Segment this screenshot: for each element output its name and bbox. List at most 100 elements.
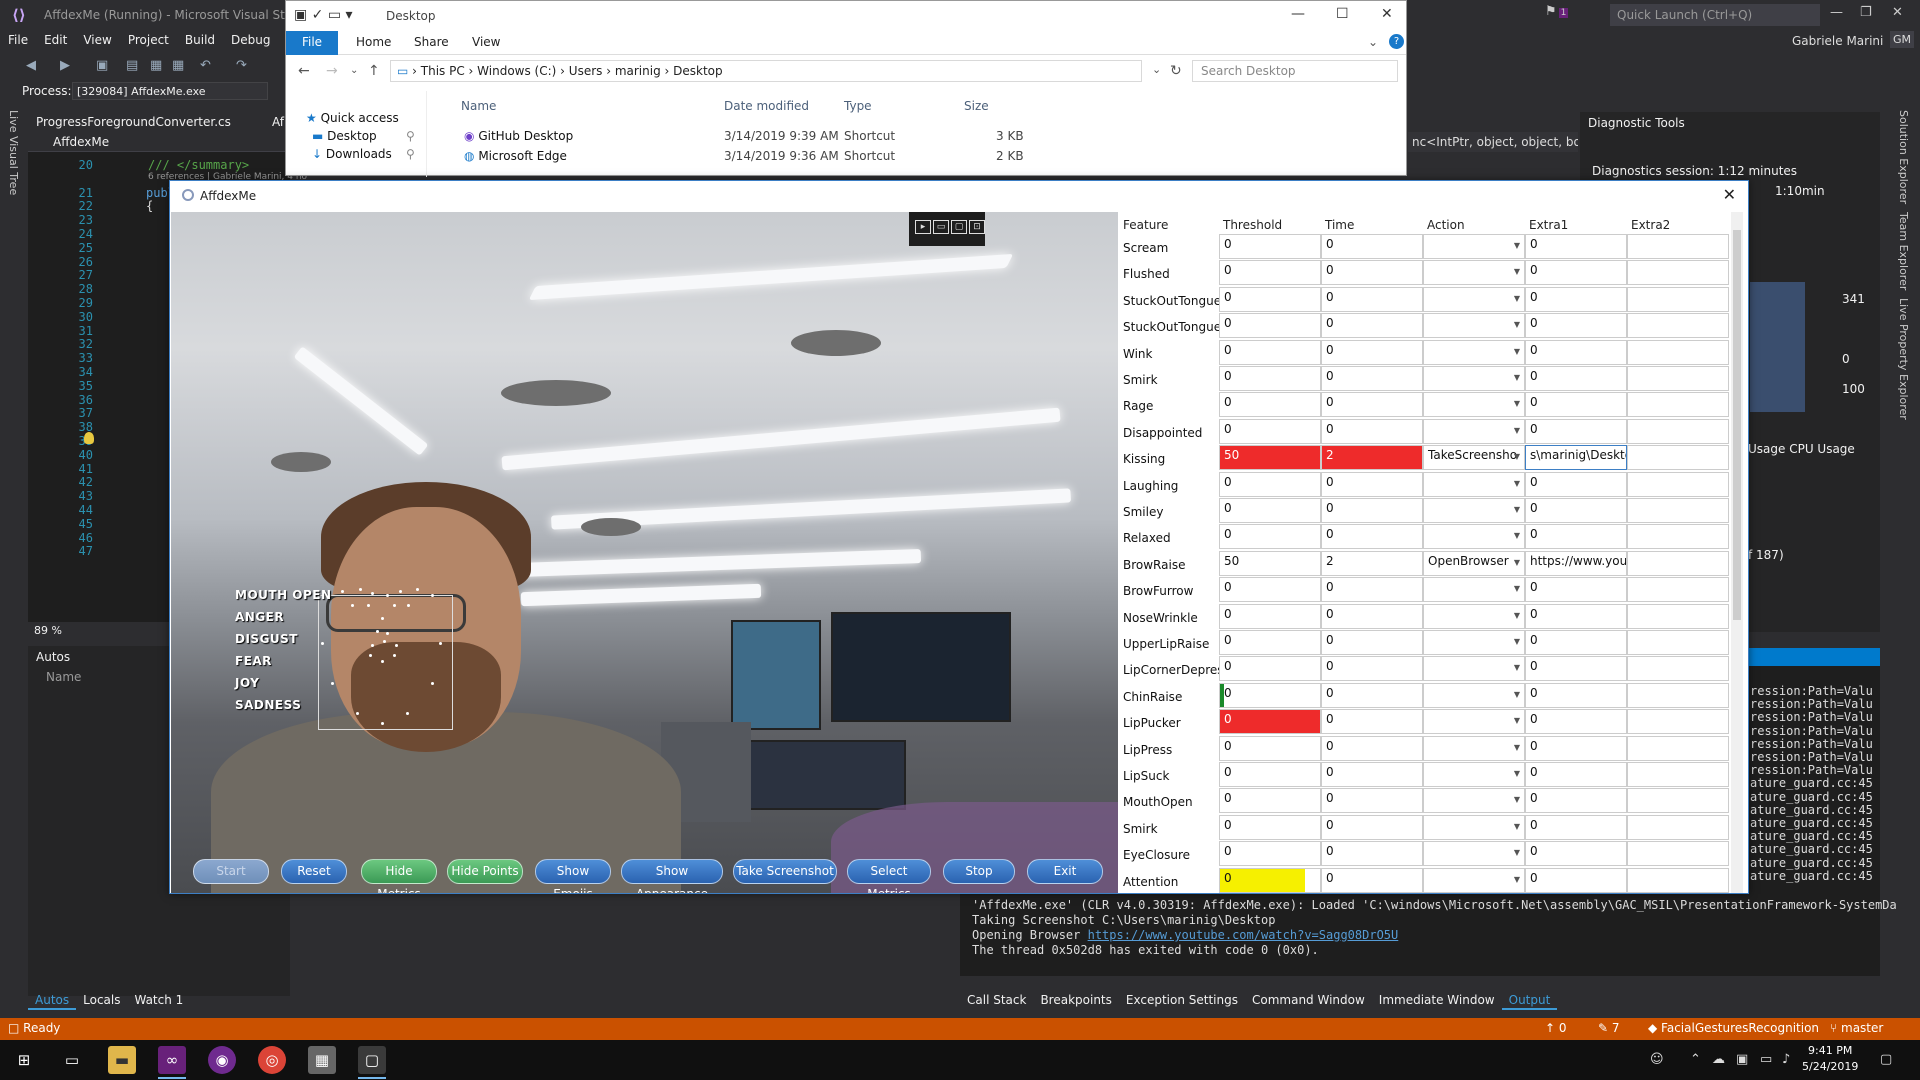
col-time[interactable]: Time	[1325, 218, 1354, 232]
pin-icon-2[interactable]: ⚲	[406, 147, 415, 161]
layout-adorners-icon[interactable]: ⊡	[969, 220, 985, 234]
threshold-input[interactable]: 50	[1219, 550, 1321, 576]
output-browser-link[interactable]: https://www.youtube.com/watch?v=Sagg08Dr…	[1088, 928, 1399, 942]
chevron-down-icon[interactable]: ▼	[1514, 347, 1520, 356]
explorer-search-input[interactable]: Search Desktop	[1192, 60, 1398, 82]
app-window-icon[interactable]: ▦	[308, 1046, 336, 1074]
action-dropdown[interactable]: ▼	[1423, 577, 1525, 603]
task-view-icon[interactable]: ▭	[58, 1046, 86, 1074]
action-dropdown[interactable]: ▼	[1423, 841, 1525, 867]
ribbon-tab-share[interactable]: Share	[414, 35, 449, 49]
chevron-down-icon[interactable]: ▼	[1514, 875, 1520, 884]
extra2-input[interactable]	[1627, 286, 1729, 312]
hide-points-button[interactable]: Hide Points	[447, 859, 523, 884]
action-dropdown[interactable]: ▼	[1423, 234, 1525, 259]
extra2-input[interactable]	[1627, 735, 1729, 761]
doc-tab-converter[interactable]: ProgressForegroundConverter.cs	[36, 115, 231, 129]
time-input[interactable]: 0	[1321, 867, 1423, 893]
col-threshold[interactable]: Threshold	[1223, 218, 1282, 232]
extra1-input[interactable]: 0	[1525, 630, 1627, 655]
col-extra1[interactable]: Extra1	[1529, 218, 1568, 232]
threshold-input[interactable]: 0	[1219, 814, 1321, 840]
action-dropdown[interactable]: ▼	[1423, 709, 1525, 735]
extra1-input[interactable]: 0	[1525, 762, 1627, 787]
method-dropdown[interactable]: nc<IntPtr, object, object, boo	[1408, 132, 1578, 152]
threshold-input[interactable]: 0	[1219, 788, 1321, 814]
explorer-back-icon[interactable]: ←	[298, 63, 310, 79]
status-pencil-count[interactable]: ✎ 7	[1598, 1021, 1620, 1035]
extra1-input[interactable]: 0	[1525, 498, 1627, 523]
select-metrics-button[interactable]: Select Metrics	[847, 859, 931, 893]
extra1-input[interactable]: 0	[1525, 709, 1627, 735]
nav-desktop[interactable]: ▬ Desktop	[312, 129, 377, 143]
show-emojis-button[interactable]: Show Emojis	[535, 859, 611, 893]
extra2-input[interactable]	[1627, 550, 1729, 576]
take-screenshot-button[interactable]: Take Screenshot	[733, 859, 837, 884]
extra1-input[interactable]: 0	[1525, 841, 1627, 867]
action-dropdown[interactable]: ▼	[1423, 366, 1525, 391]
nav-project[interactable]: AffdexMe	[53, 135, 109, 149]
show-appearance-button[interactable]: Show Appearance	[621, 859, 723, 893]
threshold-input[interactable]: 0	[1219, 366, 1321, 391]
redo-icon[interactable]: ↷	[236, 58, 247, 73]
threshold-input[interactable]: 0	[1219, 498, 1321, 523]
threshold-input[interactable]: 0	[1219, 630, 1321, 655]
time-input[interactable]: 0	[1321, 339, 1423, 365]
tab-watch[interactable]: Watch 1	[127, 990, 190, 1010]
menu-build[interactable]: Build	[177, 30, 223, 52]
time-input[interactable]: 0	[1321, 313, 1423, 339]
time-input[interactable]: 0	[1321, 788, 1423, 814]
time-input[interactable]: 0	[1321, 577, 1423, 603]
time-input[interactable]: 0	[1321, 603, 1423, 629]
chevron-down-icon[interactable]: ▼	[1514, 531, 1520, 540]
threshold-input[interactable]: 0	[1219, 656, 1321, 682]
action-dropdown[interactable]: ▼	[1423, 867, 1525, 893]
threshold-input[interactable]: 0	[1219, 841, 1321, 867]
time-input[interactable]: 0	[1321, 682, 1423, 708]
extra2-input[interactable]	[1627, 867, 1729, 893]
action-dropdown[interactable]: ▼	[1423, 498, 1525, 523]
chevron-down-icon[interactable]: ▼	[1514, 267, 1520, 276]
chevron-down-icon[interactable]: ▼	[1514, 822, 1520, 831]
chevron-down-icon[interactable]: ▼	[1514, 716, 1520, 725]
extra2-input[interactable]	[1627, 630, 1729, 655]
undo-icon[interactable]: ↶	[200, 58, 211, 73]
extra2-input[interactable]	[1627, 841, 1729, 867]
threshold-input[interactable]: 50	[1219, 445, 1321, 471]
action-dropdown[interactable]: ▼	[1423, 339, 1525, 365]
crumb-users[interactable]: Users	[569, 64, 603, 78]
chevron-down-icon[interactable]: ▼	[1514, 505, 1520, 514]
extra2-input[interactable]	[1627, 682, 1729, 708]
chevron-down-icon[interactable]: ▼	[1514, 373, 1520, 382]
minimize-icon[interactable]: —	[1830, 5, 1843, 20]
chevron-down-icon[interactable]: ▼	[1514, 399, 1520, 408]
extra1-input[interactable]: 0	[1525, 418, 1627, 444]
user-avatar[interactable]: GM	[1890, 31, 1915, 48]
zoom-level[interactable]: 89 %	[34, 624, 62, 637]
recent-locations-icon[interactable]: ⌄	[350, 65, 358, 76]
explorer-pane-divider[interactable]	[426, 91, 427, 177]
col-feature[interactable]: Feature	[1123, 218, 1168, 232]
chrome-icon[interactable]: ◎	[258, 1046, 286, 1074]
address-dropdown-icon[interactable]: ⌄	[1152, 63, 1161, 76]
save-all-icon[interactable]: ▦	[172, 58, 184, 73]
threshold-input[interactable]: 0	[1219, 260, 1321, 286]
extra2-input[interactable]	[1627, 814, 1729, 840]
threshold-input[interactable]: 0	[1219, 339, 1321, 365]
extra2-input[interactable]	[1627, 445, 1729, 471]
chevron-down-icon[interactable]: ▼	[1514, 241, 1520, 250]
action-dropdown[interactable]: ▼	[1423, 603, 1525, 629]
ribbon-tab-file[interactable]: File	[286, 31, 338, 55]
reset-button[interactable]: Reset	[281, 859, 347, 884]
extra2-input[interactable]	[1627, 260, 1729, 286]
chevron-down-icon[interactable]: ▼	[1514, 479, 1520, 488]
action-dropdown[interactable]: ▼	[1423, 392, 1525, 418]
chevron-down-icon[interactable]: ▼	[1514, 584, 1520, 593]
autos-name-column[interactable]: Name	[46, 670, 81, 684]
time-input[interactable]: 2	[1321, 550, 1423, 576]
file-explorer-icon[interactable]: ▬	[108, 1046, 136, 1074]
track-focus-icon[interactable]: ▢	[951, 220, 967, 234]
crumb-this-pc[interactable]: This PC	[421, 64, 465, 78]
status-up-count[interactable]: ↑ 0	[1545, 1021, 1567, 1035]
menu-project[interactable]: Project	[120, 30, 177, 52]
